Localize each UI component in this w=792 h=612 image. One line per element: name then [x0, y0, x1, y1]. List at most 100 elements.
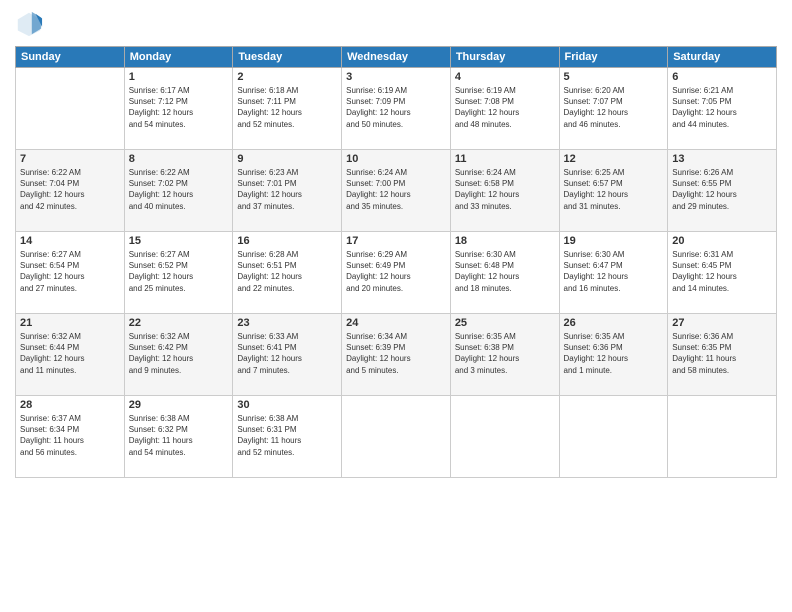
calendar-cell: 6Sunrise: 6:21 AM Sunset: 7:05 PM Daylig… [668, 68, 777, 150]
calendar-cell: 23Sunrise: 6:33 AM Sunset: 6:41 PM Dayli… [233, 314, 342, 396]
calendar-cell: 24Sunrise: 6:34 AM Sunset: 6:39 PM Dayli… [342, 314, 451, 396]
day-number: 7 [20, 153, 120, 165]
day-number: 17 [346, 235, 446, 247]
day-info: Sunrise: 6:35 AM Sunset: 6:36 PM Dayligh… [564, 331, 664, 376]
calendar-cell: 10 Sunrise: 6:24 AM Sunset: 7:00 PM Dayli… [342, 150, 451, 232]
calendar-table: SundayMondayTuesdayWednesdayThursdayFrid… [15, 46, 777, 478]
calendar-cell: 19 Sunrise: 6:30 AM Sunset: 6:47 PM Dayli… [559, 232, 668, 314]
day-number: 4 [455, 71, 555, 83]
calendar-cell: 16Sunrise: 6:28 AM Sunset: 6:51 PM Dayli… [233, 232, 342, 314]
day-info: Sunrise: 6:19 AM Sunset: 7:08 PM Dayligh… [455, 85, 555, 130]
calendar-cell: 8Sunrise: 6:22 AM Sunset: 7:02 PM Daylig… [124, 150, 233, 232]
day-number: 6 [672, 71, 772, 83]
day-number: 28 [20, 399, 120, 411]
day-info: Sunrise: 6:20 AM Sunset: 7:07 PM Dayligh… [564, 85, 664, 130]
day-number: 20 [672, 235, 772, 247]
day-info: Sunrise: 6:24 AM Sunset: 6:58 PM Dayligh… [455, 167, 555, 212]
calendar-cell: 13 Sunrise: 6:26 AM Sunset: 6:55 PM Dayli… [668, 150, 777, 232]
calendar-week-row: 28Sunrise: 6:37 AM Sunset: 6:34 PM Dayli… [16, 396, 777, 478]
day-number: 24 [346, 317, 446, 329]
day-info: Sunrise: 6:18 AM Sunset: 7:11 PM Dayligh… [237, 85, 337, 130]
day-info: Sunrise: 6:27 AM Sunset: 6:52 PM Dayligh… [129, 249, 229, 294]
day-number: 19 [564, 235, 664, 247]
weekday-header: Friday [559, 47, 668, 68]
calendar-cell: 29 Sunrise: 6:38 AM Sunset: 6:32 PM Dayli… [124, 396, 233, 478]
calendar-cell [16, 68, 125, 150]
day-info: Sunrise: 6:17 AM Sunset: 7:12 PM Dayligh… [129, 85, 229, 130]
calendar-cell [450, 396, 559, 478]
day-info: Sunrise: 6:30 AM Sunset: 6:47 PM Dayligh… [564, 249, 664, 294]
day-info: Sunrise: 6:27 AM Sunset: 6:54 PM Dayligh… [20, 249, 120, 294]
day-number: 14 [20, 235, 120, 247]
day-info: Sunrise: 6:22 AM Sunset: 7:02 PM Dayligh… [129, 167, 229, 212]
day-number: 21 [20, 317, 120, 329]
day-info: Sunrise: 6:33 AM Sunset: 6:41 PM Dayligh… [237, 331, 337, 376]
day-info: Sunrise: 6:38 AM Sunset: 6:31 PM Dayligh… [237, 413, 337, 458]
calendar-cell: 22Sunrise: 6:32 AM Sunset: 6:42 PM Dayli… [124, 314, 233, 396]
calendar-week-row: 21 Sunrise: 6:32 AM Sunset: 6:44 PM Dayli… [16, 314, 777, 396]
day-number: 30 [237, 399, 337, 411]
calendar-cell: 15 Sunrise: 6:27 AM Sunset: 6:52 PM Dayli… [124, 232, 233, 314]
calendar-cell: 21 Sunrise: 6:32 AM Sunset: 6:44 PM Dayli… [16, 314, 125, 396]
day-number: 25 [455, 317, 555, 329]
calendar-cell: 3 Sunrise: 6:19 AM Sunset: 7:09 PM Daylig… [342, 68, 451, 150]
day-info: Sunrise: 6:24 AM Sunset: 7:00 PM Dayligh… [346, 167, 446, 212]
calendar-cell: 11 Sunrise: 6:24 AM Sunset: 6:58 PM Dayli… [450, 150, 559, 232]
day-info: Sunrise: 6:26 AM Sunset: 6:55 PM Dayligh… [672, 167, 772, 212]
day-number: 13 [672, 153, 772, 165]
day-number: 15 [129, 235, 229, 247]
logo [15, 10, 47, 38]
calendar-cell: 17 Sunrise: 6:29 AM Sunset: 6:49 PM Dayli… [342, 232, 451, 314]
calendar-week-row: 1 Sunrise: 6:17 AM Sunset: 7:12 PM Daylig… [16, 68, 777, 150]
day-number: 1 [129, 71, 229, 83]
calendar-cell: 2 Sunrise: 6:18 AM Sunset: 7:11 PM Daylig… [233, 68, 342, 150]
calendar-cell: 28Sunrise: 6:37 AM Sunset: 6:34 PM Dayli… [16, 396, 125, 478]
calendar-cell: 12 Sunrise: 6:25 AM Sunset: 6:57 PM Dayli… [559, 150, 668, 232]
day-number: 12 [564, 153, 664, 165]
calendar-cell: 1 Sunrise: 6:17 AM Sunset: 7:12 PM Daylig… [124, 68, 233, 150]
day-number: 26 [564, 317, 664, 329]
day-info: Sunrise: 6:31 AM Sunset: 6:45 PM Dayligh… [672, 249, 772, 294]
calendar-cell: 20 Sunrise: 6:31 AM Sunset: 6:45 PM Dayli… [668, 232, 777, 314]
day-number: 5 [564, 71, 664, 83]
day-number: 11 [455, 153, 555, 165]
calendar-cell: 27 Sunrise: 6:36 AM Sunset: 6:35 PM Dayli… [668, 314, 777, 396]
day-info: Sunrise: 6:35 AM Sunset: 6:38 PM Dayligh… [455, 331, 555, 376]
calendar-cell [342, 396, 451, 478]
day-number: 29 [129, 399, 229, 411]
day-info: Sunrise: 6:38 AM Sunset: 6:32 PM Dayligh… [129, 413, 229, 458]
calendar-cell: 14 Sunrise: 6:27 AM Sunset: 6:54 PM Dayli… [16, 232, 125, 314]
day-info: Sunrise: 6:22 AM Sunset: 7:04 PM Dayligh… [20, 167, 120, 212]
day-info: Sunrise: 6:19 AM Sunset: 7:09 PM Dayligh… [346, 85, 446, 130]
calendar-week-row: 7 Sunrise: 6:22 AM Sunset: 7:04 PM Daylig… [16, 150, 777, 232]
day-info: Sunrise: 6:32 AM Sunset: 6:42 PM Dayligh… [129, 331, 229, 376]
weekday-header: Thursday [450, 47, 559, 68]
calendar-cell: 25 Sunrise: 6:35 AM Sunset: 6:38 PM Dayli… [450, 314, 559, 396]
day-info: Sunrise: 6:25 AM Sunset: 6:57 PM Dayligh… [564, 167, 664, 212]
calendar-cell: 9Sunrise: 6:23 AM Sunset: 7:01 PM Daylig… [233, 150, 342, 232]
calendar-week-row: 14 Sunrise: 6:27 AM Sunset: 6:54 PM Dayli… [16, 232, 777, 314]
day-info: Sunrise: 6:36 AM Sunset: 6:35 PM Dayligh… [672, 331, 772, 376]
weekday-header: Saturday [668, 47, 777, 68]
day-number: 10 [346, 153, 446, 165]
calendar-cell: 7 Sunrise: 6:22 AM Sunset: 7:04 PM Daylig… [16, 150, 125, 232]
calendar-cell: 4 Sunrise: 6:19 AM Sunset: 7:08 PM Daylig… [450, 68, 559, 150]
day-info: Sunrise: 6:30 AM Sunset: 6:48 PM Dayligh… [455, 249, 555, 294]
day-info: Sunrise: 6:28 AM Sunset: 6:51 PM Dayligh… [237, 249, 337, 294]
day-number: 18 [455, 235, 555, 247]
calendar-cell [559, 396, 668, 478]
weekday-header: Tuesday [233, 47, 342, 68]
weekday-header: Sunday [16, 47, 125, 68]
calendar-cell: 26 Sunrise: 6:35 AM Sunset: 6:36 PM Dayli… [559, 314, 668, 396]
calendar-cell: 18 Sunrise: 6:30 AM Sunset: 6:48 PM Dayli… [450, 232, 559, 314]
day-info: Sunrise: 6:32 AM Sunset: 6:44 PM Dayligh… [20, 331, 120, 376]
day-info: Sunrise: 6:29 AM Sunset: 6:49 PM Dayligh… [346, 249, 446, 294]
day-number: 27 [672, 317, 772, 329]
weekday-header: Monday [124, 47, 233, 68]
day-number: 9 [237, 153, 337, 165]
day-number: 3 [346, 71, 446, 83]
header-row: SundayMondayTuesdayWednesdayThursdayFrid… [16, 47, 777, 68]
page: SundayMondayTuesdayWednesdayThursdayFrid… [0, 0, 792, 612]
day-number: 2 [237, 71, 337, 83]
logo-icon [15, 10, 43, 38]
